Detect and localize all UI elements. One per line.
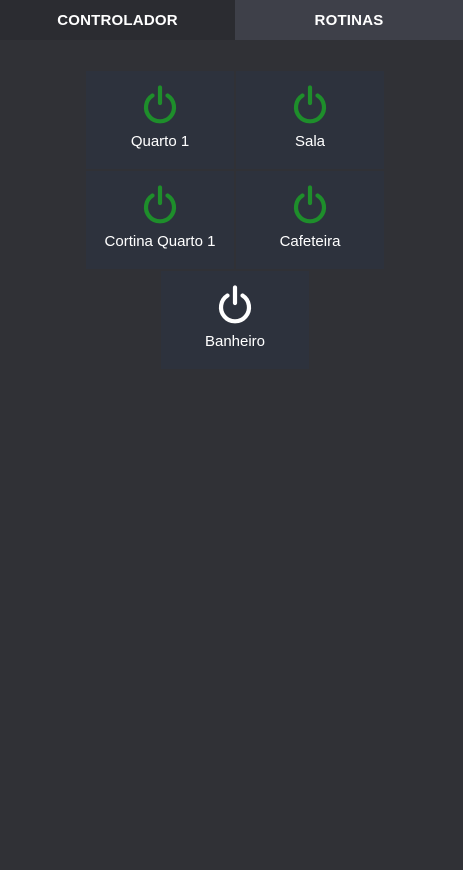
device-label: Sala (294, 133, 326, 150)
tab-bar: CONTROLADOR ROTINAS (0, 0, 463, 40)
device-row: Quarto 1 Sala (86, 71, 384, 169)
power-icon (143, 85, 177, 124)
device-tile-cortina-quarto-1[interactable]: Cortina Quarto 1 (86, 171, 234, 269)
device-grid: Quarto 1 Sala Cortina Quarto 1 Cafeteira (86, 71, 384, 371)
device-label: Cafeteira (279, 233, 341, 250)
device-label: Quarto 1 (130, 133, 190, 150)
device-tile-banheiro[interactable]: Banheiro (161, 271, 309, 369)
tab-rotinas[interactable]: ROTINAS (235, 0, 463, 40)
device-tile-sala[interactable]: Sala (236, 71, 384, 169)
power-icon (293, 185, 327, 224)
tab-controlador[interactable]: CONTROLADOR (0, 0, 235, 40)
power-icon (218, 285, 252, 324)
device-row: Banheiro (86, 271, 384, 369)
device-label: Cortina Quarto 1 (104, 233, 216, 250)
device-row: Cortina Quarto 1 Cafeteira (86, 171, 384, 269)
device-tile-cafeteira[interactable]: Cafeteira (236, 171, 384, 269)
device-label: Banheiro (204, 333, 266, 350)
power-icon (143, 185, 177, 224)
device-tile-quarto-1[interactable]: Quarto 1 (86, 71, 234, 169)
power-icon (293, 85, 327, 124)
